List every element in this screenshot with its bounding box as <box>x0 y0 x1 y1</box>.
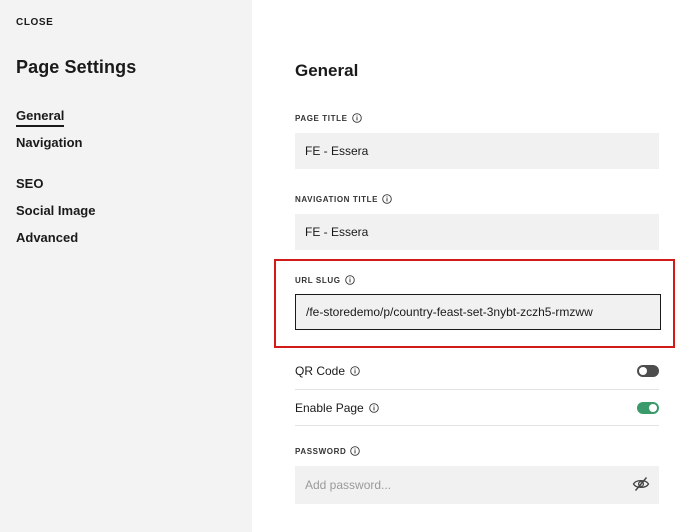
password-label: PASSWORD <box>295 446 361 456</box>
qr-code-label-text: QR Code <box>295 364 346 378</box>
section-title: General <box>295 61 359 80</box>
page-title-input[interactable]: FE - Essera <box>295 133 659 169</box>
divider <box>295 425 659 426</box>
eye-off-icon[interactable] <box>632 475 650 493</box>
enable-page-label: Enable Page <box>295 401 379 415</box>
qr-code-label: QR Code <box>295 364 360 378</box>
main-panel: General PAGE TITLE FE - Essera NAVIGATIO… <box>252 0 700 532</box>
enable-page-label-text: Enable Page <box>295 401 364 415</box>
enable-page-row: Enable Page <box>295 390 659 426</box>
info-icon[interactable] <box>382 194 392 204</box>
info-icon[interactable] <box>350 366 360 376</box>
page-title-label: PAGE TITLE <box>295 113 362 123</box>
enable-page-toggle[interactable] <box>637 402 659 414</box>
info-icon[interactable] <box>368 403 379 413</box>
sidebar-item-social-image[interactable]: Social Image <box>16 203 95 218</box>
close-button[interactable]: CLOSE <box>16 17 53 28</box>
password-label-text: PASSWORD <box>295 446 347 456</box>
toggle-knob <box>649 404 657 412</box>
url-slug-label: URL SLUG <box>295 275 355 285</box>
sidebar-item-advanced[interactable]: Advanced <box>16 230 78 245</box>
url-slug-label-text: URL SLUG <box>295 275 341 285</box>
info-icon[interactable] <box>344 275 355 285</box>
sidebar-item-seo[interactable]: SEO <box>16 176 43 191</box>
sidebar-title: Page Settings <box>16 57 137 77</box>
navigation-title-label-text: NAVIGATION TITLE <box>295 194 379 204</box>
qr-code-toggle[interactable] <box>637 365 659 377</box>
url-slug-input[interactable]: /fe-storedemo/p/country-feast-set-3nybt-… <box>295 294 661 330</box>
toggle-knob <box>639 367 647 375</box>
navigation-title-input[interactable]: FE - Essera <box>295 214 659 250</box>
navigation-title-label: NAVIGATION TITLE <box>295 194 392 204</box>
page-title-label-text: PAGE TITLE <box>295 113 348 123</box>
info-icon[interactable] <box>351 113 362 123</box>
sidebar: CLOSE Page Settings General Navigation S… <box>0 0 252 532</box>
qr-code-row: QR Code <box>295 353 659 389</box>
password-input[interactable]: Add password... <box>295 466 659 504</box>
page-settings-app: CLOSE Page Settings General Navigation S… <box>0 0 700 532</box>
sidebar-item-navigation[interactable]: Navigation <box>16 135 82 150</box>
sidebar-item-general[interactable]: General <box>16 108 65 127</box>
info-icon[interactable] <box>350 446 361 456</box>
